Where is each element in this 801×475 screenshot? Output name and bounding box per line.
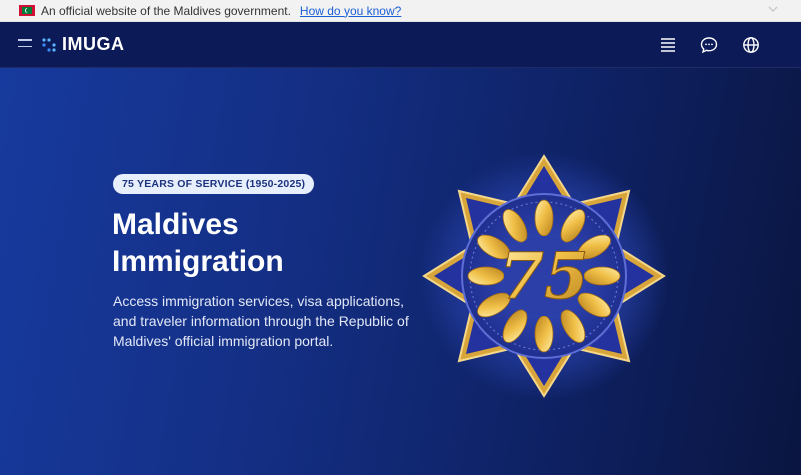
maldives-flag-icon — [19, 5, 35, 16]
gov-banner: An official website of the Maldives gove… — [0, 0, 801, 22]
imuga-logo-icon[interactable] — [41, 37, 57, 53]
gov-banner-text: An official website of the Maldives gove… — [41, 3, 291, 18]
hamburger-menu-icon[interactable] — [18, 39, 32, 49]
75-years-emblem-icon: 75 — [419, 151, 669, 401]
site-header: IMUGA — [0, 22, 801, 68]
chat-icon[interactable] — [700, 36, 718, 54]
logo-text[interactable]: IMUGA — [62, 34, 125, 55]
emblem-number: 75 — [499, 239, 588, 314]
anniversary-badge: 75 YEARS OF SERVICE (1950-2025) — [113, 174, 315, 194]
globe-icon[interactable] — [742, 36, 760, 54]
hero-title: Maldives Immigration — [112, 208, 284, 278]
hero-description: Access immigration services, visa applic… — [113, 293, 409, 349]
chevron-down-icon[interactable] — [767, 3, 779, 15]
how-do-you-know-link[interactable]: How do you know? — [300, 4, 401, 18]
hero-section: 75 YEARS OF SERVICE (1950-2025) Maldives… — [0, 68, 801, 475]
menu-lines-icon[interactable] — [659, 36, 677, 54]
